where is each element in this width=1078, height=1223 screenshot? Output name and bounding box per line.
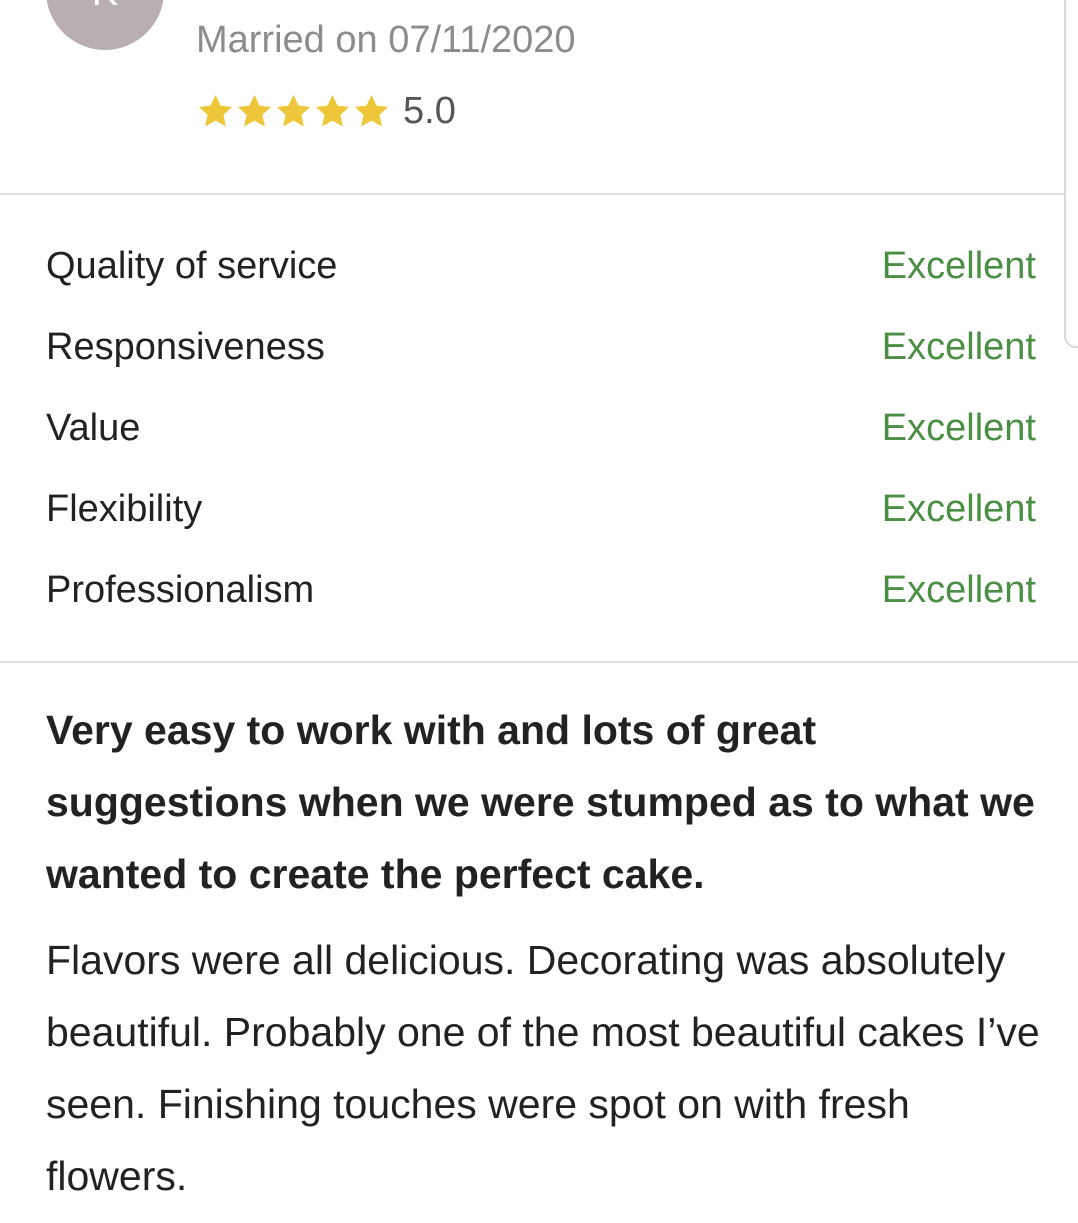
rating-label: Professionalism (46, 569, 315, 611)
rating-label: Responsiveness (46, 326, 325, 368)
review-body: Flavors were all delicious. Decorating w… (46, 937, 1040, 1199)
category-ratings-list: Quality of service Excellent Responsiven… (46, 226, 1036, 631)
rating-grade: Excellent (881, 326, 1036, 368)
rating-item-flexibility: Flexibility Excellent (46, 469, 1036, 550)
divider (0, 193, 1066, 195)
overall-rating: 5.0 (196, 88, 456, 134)
rating-item-professionalism: Professionalism Excellent (46, 550, 1036, 631)
star-icon (237, 94, 272, 126)
avatar-initial: K (46, 0, 164, 12)
rating-grade: Excellent (881, 407, 1036, 449)
star-rating (196, 92, 391, 131)
star-icon (354, 94, 389, 126)
scroll-edge (1064, 0, 1078, 348)
rating-label: Flexibility (46, 488, 203, 530)
star-icon (315, 94, 350, 126)
reviewer-avatar: K (46, 0, 164, 50)
married-date: Married on 07/11/2020 (196, 19, 576, 61)
rating-grade: Excellent (881, 245, 1036, 287)
review-title: Very easy to work with and lots of great… (46, 707, 1035, 897)
rating-label: Value (46, 407, 141, 449)
rating-grade: Excellent (881, 569, 1036, 611)
star-icon (276, 94, 311, 126)
rating-label: Quality of service (46, 245, 338, 287)
rating-item-value: Value Excellent (46, 388, 1036, 469)
rating-value: 5.0 (403, 90, 456, 132)
star-icon (198, 94, 233, 126)
rating-item-quality-of-service: Quality of service Excellent (46, 226, 1036, 307)
rating-grade: Excellent (881, 488, 1036, 530)
rating-item-responsiveness: Responsiveness Excellent (46, 307, 1036, 388)
divider (0, 661, 1078, 663)
